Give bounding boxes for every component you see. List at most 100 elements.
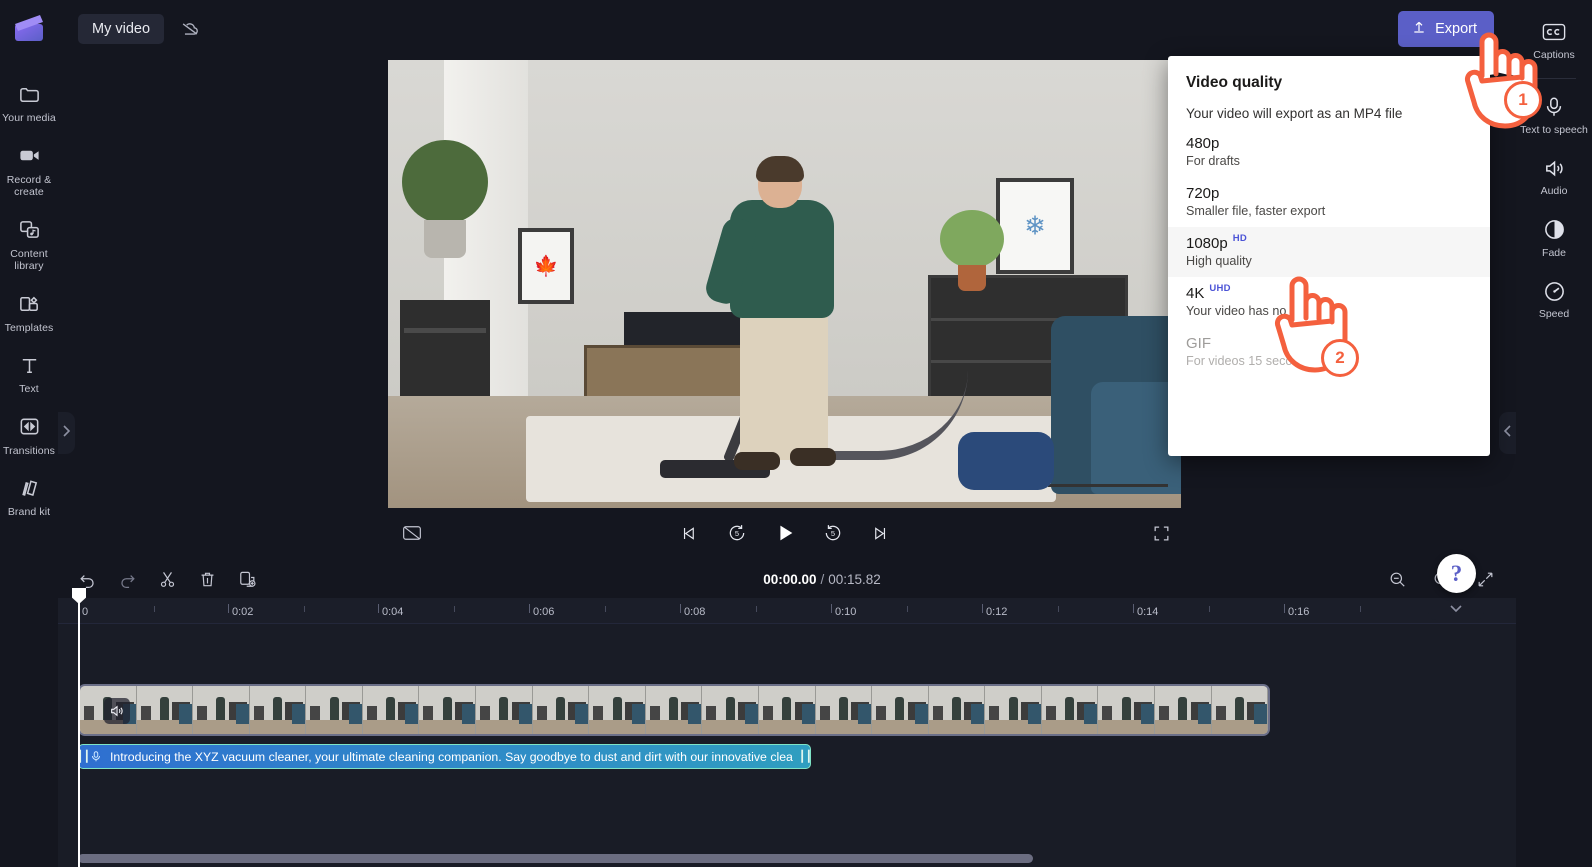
text-icon [16,352,42,378]
help-button[interactable]: ? [1437,554,1476,593]
subtitle-clip-text: Introducing the XYZ vacuum cleaner, your… [110,749,793,764]
player-controls-left [388,519,508,547]
right-sidebar: Captions Text to speech Audio Fade Speed [1516,0,1592,867]
subtitle-clip[interactable]: ┃┃ Introducing the XYZ vacuum cleaner, y… [78,744,811,769]
zoom-out-icon[interactable] [1382,564,1412,594]
export-option-720p[interactable]: 720p Smaller file, faster export [1168,177,1490,227]
sidebar-item-brand-kit[interactable]: Brand kit [0,466,58,528]
svg-text:5: 5 [830,529,834,538]
svg-text:5: 5 [734,529,738,538]
sidebar-item-your-media[interactable]: Your media [0,72,58,134]
brand-kit-icon [16,475,42,501]
ruler-label: 0:16 [1288,606,1310,618]
sidebar-item-label: Fade [1542,246,1566,259]
player-controls: 5 5 [388,510,1181,556]
export-option-4k[interactable]: 4K UHD Your video has no 4K media [1168,277,1490,327]
sidebar-item-audio[interactable]: Audio [1516,146,1592,208]
fade-icon [1542,218,1566,242]
clip-thumbnail [1211,686,1268,734]
export-option-desc: Your video has no 4K media [1186,304,1344,318]
timeline-tracks[interactable]: ┃┃ Introducing the XYZ vacuum cleaner, y… [58,624,1516,867]
clipchamp-logo-icon[interactable] [12,12,46,46]
chevron-left-icon [1503,424,1512,443]
clip-thumbnail [362,686,420,734]
export-option-desc: High quality [1186,254,1252,268]
skip-previous-icon[interactable] [675,519,703,547]
ruler-label: 0:14 [1137,606,1159,618]
sidebar-item-speed[interactable]: Speed [1516,269,1592,331]
player-controls-right [1061,519,1181,547]
clip-trim-handle-right[interactable]: ┃┃ [799,745,810,768]
sidebar-item-captions[interactable]: Captions [1516,10,1592,72]
fullscreen-icon[interactable] [1147,519,1175,547]
ruler-label: 0 [82,606,89,618]
annotation-badge-number: 2 [1335,348,1345,367]
export-option-480p[interactable]: 480p For drafts [1168,127,1490,177]
hd-badge: HD [1232,233,1248,244]
export-button[interactable]: Export [1398,11,1494,47]
export-option-name: 480p [1186,135,1220,152]
video-clip[interactable] [78,684,1270,736]
clipchamp-editor: Your media Record & create Content libra… [0,0,1592,867]
annotation-badge-number: 1 [1518,90,1528,109]
preview-panel-collapse[interactable] [1428,598,1484,620]
export-menu-subtitle: Your video will export as an MP4 file [1186,106,1403,121]
sidebar-item-text[interactable]: Text [0,343,58,405]
sidebar-item-content-library[interactable]: Content library [0,208,58,282]
sidebar-item-templates[interactable]: Templates [0,282,58,344]
export-option-1080p[interactable]: 1080p HD High quality [1168,227,1490,277]
clip-thumbnail [928,686,986,734]
playhead[interactable] [72,588,86,867]
sidebar-item-fade[interactable]: Fade [1516,208,1592,270]
export-button-label: Export [1435,21,1477,37]
clip-thumbnail [306,686,363,734]
export-option-desc: Smaller file, faster export [1186,204,1326,218]
sidebar-item-transitions[interactable]: Transitions [0,405,58,467]
duplicate-icon[interactable] [232,564,262,594]
project-title-input[interactable]: My video [78,14,165,44]
video-preview[interactable]: 🍁 ❄ [388,60,1181,508]
sidebar-item-label: Speed [1538,308,1570,320]
sidebar-item-record-create[interactable]: Record & create [0,134,58,208]
scissors-icon[interactable] [152,564,182,594]
ruler-label: 0:08 [684,606,706,618]
captions-off-icon[interactable] [398,519,426,547]
clip-trim-handle-left[interactable]: ┃┃ [79,745,90,768]
export-option-name: 1080p [1186,235,1228,252]
sidebar-item-label: Record & create [6,173,52,199]
chevron-down-icon [1449,600,1463,618]
clip-thumbnail [758,686,816,734]
clip-thumbnail [419,686,477,734]
clip-thumbnail [702,686,759,734]
timeline[interactable]: 0 0:02 0:04 0:06 0:08 0:10 0:12 0:14 0:1 [58,588,1516,867]
cloud-off-icon[interactable] [178,17,202,41]
templates-icon [16,291,42,317]
play-button[interactable] [771,519,799,547]
redo-icon[interactable] [112,564,142,594]
rewind-5-icon[interactable]: 5 [723,519,751,547]
clip-thumbnail [645,686,703,734]
export-option-name: 4K [1186,285,1205,302]
sidebar-item-label: Transitions [2,444,56,457]
folder-icon [16,81,42,107]
trash-icon[interactable] [192,564,222,594]
export-quality-menu[interactable]: Video quality Your video will export as … [1168,56,1490,456]
ruler-label: 0:04 [382,606,404,618]
clip-thumbnail [1154,686,1212,734]
right-panel-collapse-handle[interactable] [1499,412,1516,454]
upload-icon [1411,19,1427,39]
ruler-label: 0:12 [986,606,1008,618]
clip-thumbnail [1041,686,1099,734]
clip-thumbnail [193,686,250,734]
timeline-ruler[interactable]: 0 0:02 0:04 0:06 0:08 0:10 0:12 0:14 0:1 [58,598,1516,624]
forward-5-icon[interactable]: 5 [819,519,847,547]
left-panel-collapse-handle[interactable] [58,412,75,454]
clip-thumbnail [136,686,194,734]
sidebar-item-label: Content library [10,247,48,273]
speaker-icon[interactable] [104,698,130,724]
export-option-desc: For drafts [1186,154,1240,168]
annotation-badge-2: 2 [1321,339,1359,377]
timeline-horizontal-scrollbar[interactable] [78,854,1033,863]
skip-next-icon[interactable] [867,519,895,547]
clip-thumbnail [589,686,646,734]
